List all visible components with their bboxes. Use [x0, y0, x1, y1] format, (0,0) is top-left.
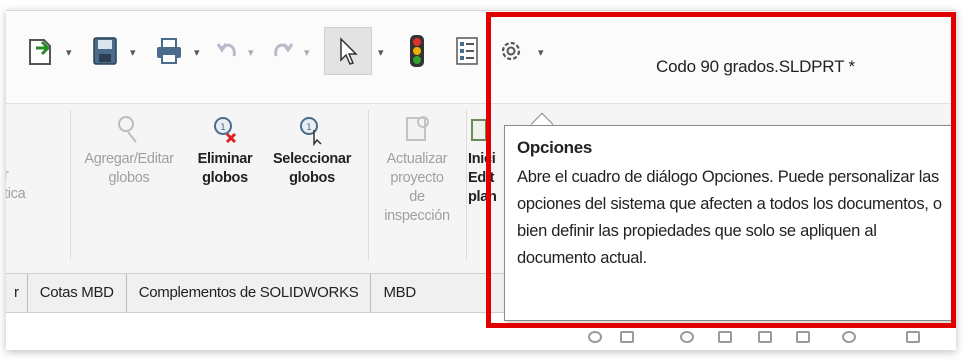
update-inspection-project-button[interactable]: Actualizar proyecto de inspección [372, 110, 462, 226]
gear-icon[interactable] [496, 27, 526, 75]
undo-dropdown-caret[interactable]: ▾ [248, 46, 254, 59]
tab-mbd[interactable]: MBD [371, 274, 427, 312]
ribbon-button-label: Eliminar globos [197, 151, 253, 186]
ribbon-button-label: Inici Edit plan [468, 151, 497, 205]
add-edit-balloons-button[interactable]: Agregar/Editar globos [76, 110, 182, 188]
previous-view-icon[interactable] [680, 331, 694, 343]
ribbon-button-label: Actualizar proyecto de inspección [384, 151, 450, 224]
display-style-icon[interactable] [796, 331, 810, 343]
ribbon-divider [70, 110, 71, 260]
save-dropdown-caret[interactable]: ▾ [130, 46, 136, 59]
ribbon-button-partial[interactable]: r tica [6, 110, 50, 204]
ribbon-button-label: Agregar/Editar globos [84, 151, 174, 186]
ribbon-button-label: Seleccionar globos [272, 151, 352, 186]
options-tooltip: Opciones Abre el cuadro de diálogo Opcio… [504, 125, 956, 321]
tab-complementos-solidworks[interactable]: Complementos de SOLIDWORKS [127, 274, 372, 312]
print-dropdown-caret[interactable]: ▾ [194, 46, 200, 59]
select-arrow-icon[interactable] [324, 27, 372, 75]
select-balloon-icon: 1 [298, 110, 326, 150]
delete-balloons-button[interactable]: 1 Eliminar globos [188, 110, 262, 188]
screenshot-frame: ▾ ▾ ▾ ▾ ▾ ▾ ▾ Codo 90 grados.SLDPRT * ti… [0, 0, 966, 362]
select-balloons-button[interactable]: 1 Seleccionar globos [264, 110, 360, 188]
options-dropdown-caret[interactable]: ▾ [538, 46, 544, 59]
document-title: Codo 90 grados.SLDPRT * [656, 57, 855, 76]
delete-balloon-icon: 1 [211, 110, 239, 150]
print-icon[interactable] [152, 27, 186, 75]
svg-text:1: 1 [220, 123, 226, 133]
zoom-fit-icon[interactable] [588, 331, 602, 343]
new-dropdown-caret[interactable]: ▾ [66, 46, 72, 59]
ribbon-divider [368, 110, 369, 260]
redo-dropdown-caret[interactable]: ▾ [304, 46, 310, 59]
solidworks-window: ▾ ▾ ▾ ▾ ▾ ▾ ▾ Codo 90 grados.SLDPRT * ti… [6, 10, 956, 350]
undo-icon[interactable] [212, 27, 242, 75]
svg-text:1: 1 [306, 123, 312, 133]
tab-partial[interactable]: r [6, 274, 28, 312]
new-document-icon[interactable] [24, 27, 58, 75]
quick-access-toolbar: ▾ ▾ ▾ ▾ ▾ ▾ ▾ Codo 90 grados.SLDPRT * [6, 11, 956, 103]
update-project-icon [403, 110, 431, 150]
zoom-area-icon[interactable] [620, 331, 634, 343]
tab-cotas-mbd[interactable]: Cotas MBD [28, 274, 127, 312]
hide-show-icon[interactable] [842, 331, 856, 343]
save-icon[interactable] [88, 27, 122, 75]
view-orientation-icon[interactable] [758, 331, 772, 343]
file-properties-icon[interactable] [452, 27, 482, 75]
section-view-icon[interactable] [718, 331, 732, 343]
traffic-light-icon[interactable] [404, 27, 430, 75]
balloon-icon [116, 110, 142, 150]
template-icon [468, 110, 488, 150]
redo-icon[interactable] [268, 27, 298, 75]
tooltip-description: Abre el cuadro de diálogo Opciones. Pued… [517, 168, 942, 267]
tooltip-title: Opciones [517, 138, 593, 157]
start-edit-template-button[interactable]: Inici Edit plan [468, 110, 508, 207]
scene-icon[interactable] [906, 331, 920, 343]
ribbon-divider [466, 110, 467, 260]
ribbon-button-label: r tica [6, 167, 26, 202]
select-dropdown-caret[interactable]: ▾ [378, 46, 384, 59]
